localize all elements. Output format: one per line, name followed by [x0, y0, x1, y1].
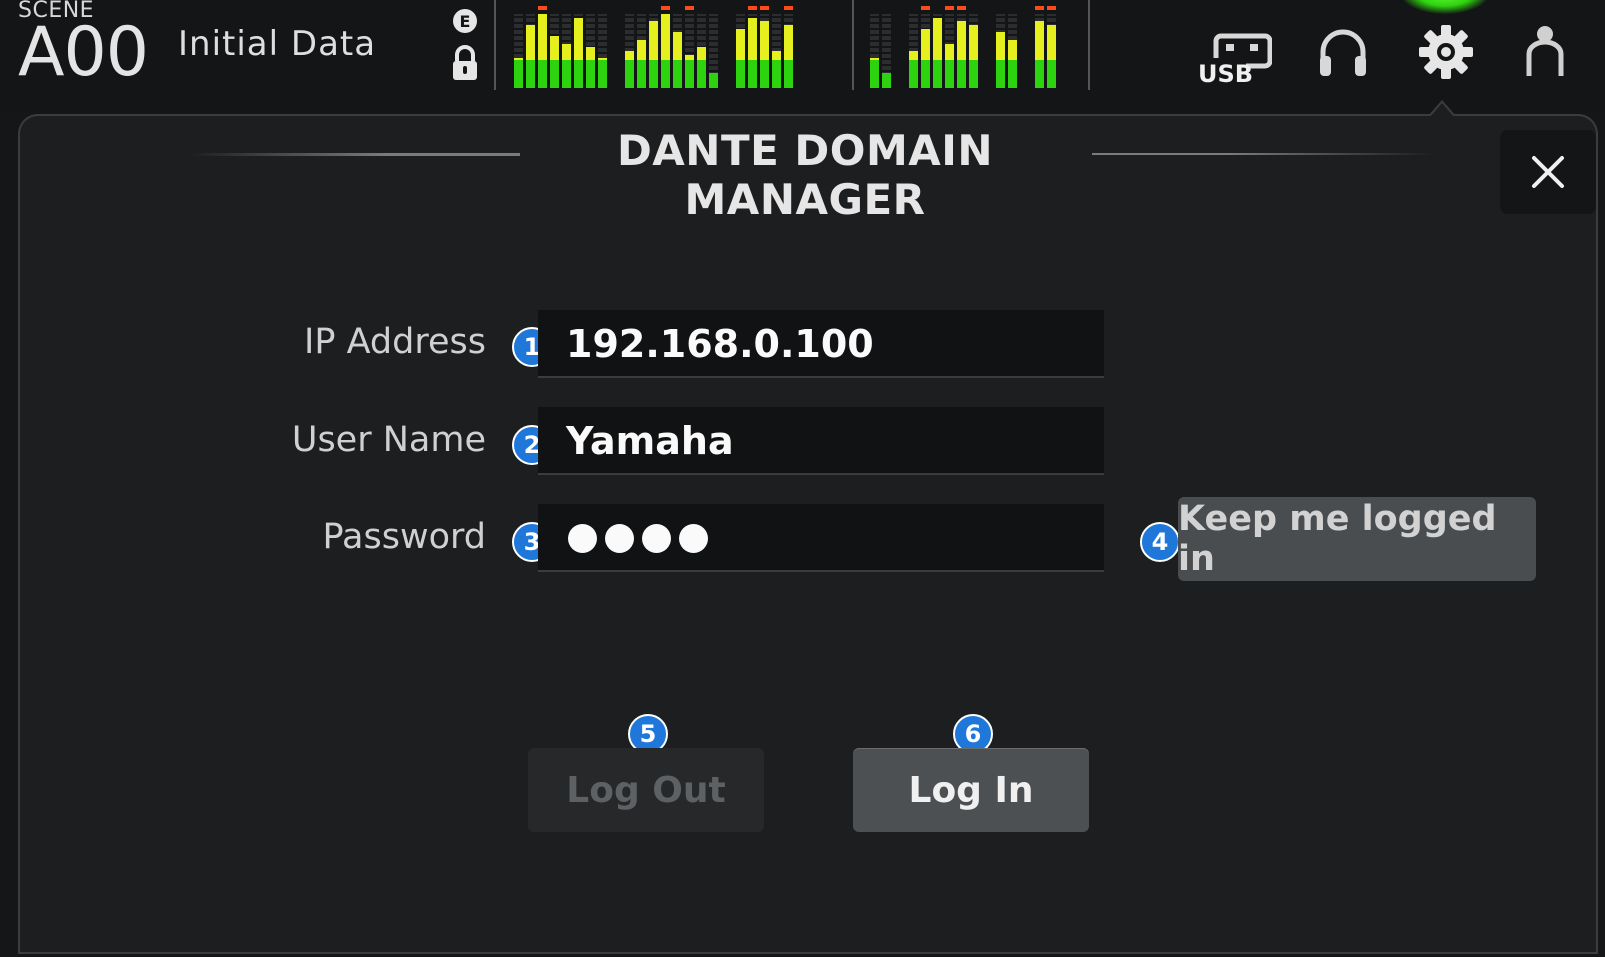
scene-number[interactable]: A00	[18, 18, 149, 88]
usb-label: USB	[1198, 60, 1253, 86]
password-dot	[568, 523, 597, 553]
level-meter	[586, 6, 595, 88]
password-field[interactable]	[538, 504, 1104, 572]
password-dot	[605, 523, 634, 553]
meter-gap	[894, 6, 906, 88]
level-meter	[882, 6, 891, 88]
level-meter	[996, 6, 1005, 88]
title-rule-right	[1092, 153, 1432, 155]
ip-address-label: IP Address	[304, 322, 486, 362]
close-button[interactable]	[1500, 130, 1596, 214]
meter-gap	[1020, 6, 1032, 88]
level-meter	[526, 6, 535, 88]
level-meter	[661, 6, 670, 88]
level-meter	[673, 6, 682, 88]
separator	[1088, 0, 1090, 90]
level-meter	[1035, 6, 1044, 88]
close-icon	[1532, 156, 1564, 188]
keep-me-logged-in-label: Keep me logged in	[1178, 499, 1497, 579]
level-meters-group-b	[870, 6, 1056, 88]
ip-address-field[interactable]: 192.168.0.100	[538, 310, 1104, 378]
scene-title[interactable]: Initial Data	[178, 24, 376, 64]
level-meter	[538, 6, 547, 88]
user-name-field[interactable]: Yamaha	[538, 407, 1104, 475]
level-meter	[514, 6, 523, 88]
user-icon[interactable]	[1525, 24, 1565, 76]
level-meter	[697, 6, 706, 88]
log-in-button[interactable]: Log In	[853, 748, 1089, 832]
separator	[852, 0, 854, 90]
level-meter	[921, 6, 930, 88]
headphones-icon[interactable]	[1318, 26, 1368, 78]
gear-icon[interactable]	[1418, 24, 1474, 80]
level-meter	[637, 6, 646, 88]
level-meter	[1047, 6, 1056, 88]
level-meter	[784, 6, 793, 88]
level-meter	[562, 6, 571, 88]
level-meter	[909, 6, 918, 88]
log-out-button[interactable]: Log Out	[528, 748, 764, 832]
lock-icon	[453, 45, 477, 80]
meter-gap	[610, 6, 622, 88]
top-bar: SCENE A00 Initial Data E USB	[0, 0, 1605, 112]
panel-pointer-inner	[1430, 103, 1454, 117]
level-meter	[1008, 6, 1017, 88]
dialog-title: DANTE DOMAIN MANAGER	[616, 126, 994, 224]
log-out-label: Log Out	[566, 769, 726, 811]
level-meter	[945, 6, 954, 88]
level-meter	[685, 6, 694, 88]
status-led	[1400, 0, 1490, 14]
level-meter	[957, 6, 966, 88]
level-meter	[625, 6, 634, 88]
usb-icon[interactable]: USB	[1196, 30, 1272, 86]
callout-badge-4: 4	[1140, 522, 1180, 562]
meter-gap	[981, 6, 993, 88]
password-mask	[568, 504, 708, 572]
edit-icon: E	[453, 9, 477, 33]
level-meters-group-a	[514, 6, 793, 88]
level-meter	[969, 6, 978, 88]
keep-me-logged-in-button[interactable]: Keep me logged in	[1178, 497, 1536, 581]
level-meter	[772, 6, 781, 88]
level-meter	[550, 6, 559, 88]
level-meter	[870, 6, 879, 88]
user-name-label: User Name	[291, 420, 486, 460]
password-dot	[679, 523, 708, 553]
log-in-label: Log In	[908, 769, 1034, 811]
level-meter	[736, 6, 745, 88]
level-meter	[709, 6, 718, 88]
level-meter	[598, 6, 607, 88]
level-meter	[933, 6, 942, 88]
level-meter	[760, 6, 769, 88]
level-meter	[748, 6, 757, 88]
meter-gap	[721, 6, 733, 88]
level-meter	[574, 6, 583, 88]
title-rule-left	[190, 153, 520, 156]
password-label: Password	[322, 517, 486, 557]
edit-icon-letter: E	[460, 12, 471, 31]
password-dot	[642, 523, 671, 553]
separator	[494, 0, 496, 90]
level-meter	[649, 6, 658, 88]
